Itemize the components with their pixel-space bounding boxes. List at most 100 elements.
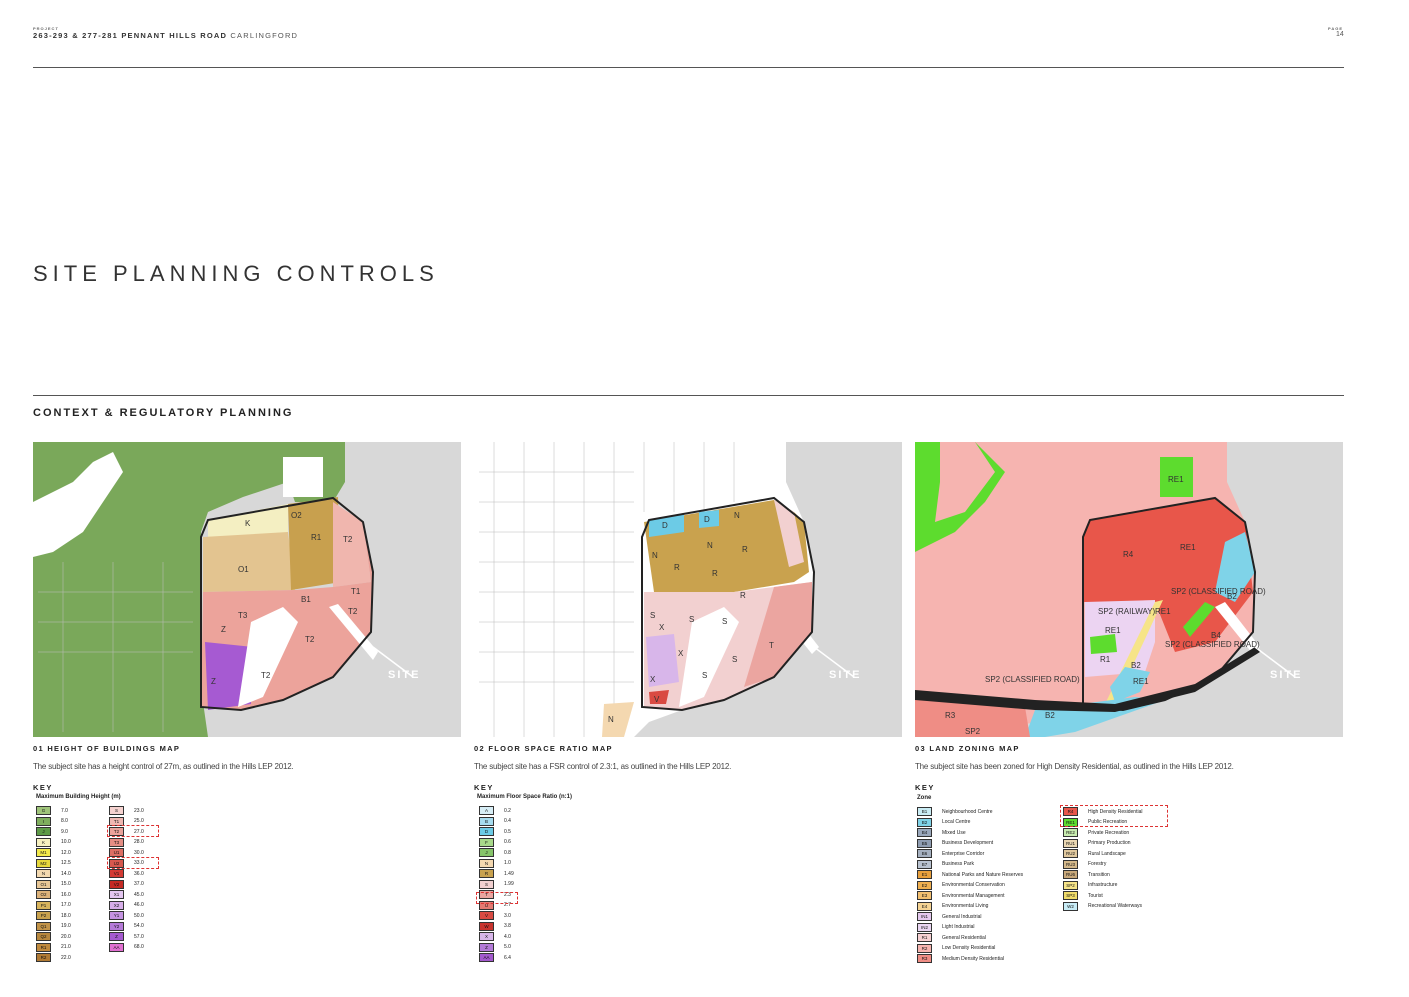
legend-row: B2 Local Centre <box>917 817 970 827</box>
height-zone-label: Z <box>211 677 216 686</box>
legend-swatch: E1 <box>917 870 932 879</box>
legend-row: IN2 Light Industrial <box>917 922 975 932</box>
height-zone-label: T2 <box>305 635 315 644</box>
legend-value: Light Industrial <box>942 924 975 930</box>
legend-row: K 10.0 <box>36 837 71 847</box>
legend-value: Private Recreation <box>1088 829 1130 836</box>
legend-row: A 0.2 <box>479 806 511 815</box>
zoning-zone-label: SP2 <box>965 727 981 736</box>
legend-row: Q2 20.0 <box>36 932 71 941</box>
zoning-zone-label: B4 <box>1211 631 1221 640</box>
fsr-zone-label: S <box>702 671 707 680</box>
zoning-zone-label: B2 <box>1131 661 1141 670</box>
height-zone-label: T2 <box>261 671 271 680</box>
legend-swatch: B5 <box>917 838 932 848</box>
legend-swatch: Y1 <box>109 911 124 920</box>
height-zone-label: T3 <box>238 611 248 620</box>
zoning-zone-label: SP2 (RAILWAY) <box>1098 607 1156 616</box>
fsr-zone-label: D <box>662 521 668 530</box>
legend-swatch: B1 <box>917 807 932 816</box>
height-legend-title: Maximum Building Height (m) <box>36 794 121 800</box>
zoning-zone-label: B2 <box>1227 592 1237 601</box>
legend-row: M2 12.5 <box>36 858 71 868</box>
legend-row: V1 36.0 <box>109 869 144 878</box>
legend-swatch: Z <box>479 942 494 952</box>
legend-value: 4.0 <box>504 933 511 940</box>
zoning-zone-label: SP2 (CLASSIFIED ROAD) <box>1171 587 1266 596</box>
legend-value: 14.0 <box>61 870 71 877</box>
legend-row: R2 Low Density Residential <box>917 943 995 953</box>
legend-row: E2 Environmental Conservation <box>917 880 1005 890</box>
zoning-legend-title: Zone <box>917 795 932 801</box>
legend-row: B 0.4 <box>479 816 511 826</box>
legend-swatch: Z <box>109 932 124 941</box>
fsr-zone-label: V <box>654 695 660 704</box>
zoning-map-graphic: RE1 R4 RE1 SP2 (CLASSIFIED ROAD) B2 SP2 … <box>915 442 1343 737</box>
legend-swatch: R <box>479 869 494 878</box>
legend-value: 9.0 <box>61 828 68 835</box>
legend-value: 1.49 <box>504 870 514 877</box>
height-zone-label: K <box>245 519 251 528</box>
legend-row: E3 Environmental Management <box>917 891 1005 900</box>
legend-row: W2 Recreational Waterways <box>1063 901 1142 911</box>
fsr-zone-label: N <box>707 541 713 550</box>
legend-row: O2 16.0 <box>36 890 71 899</box>
legend-row: R1 21.0 <box>36 942 71 952</box>
legend-row: R1 General Residential <box>917 933 986 942</box>
legend-value: Business Park <box>942 861 974 867</box>
legend-swatch: R2 <box>36 953 51 962</box>
legend-row: X 4.0 <box>479 932 511 941</box>
legend-row: U1 30.0 <box>109 848 144 857</box>
legend-value: 30.0 <box>134 849 144 856</box>
zoning-zone-label: SP2 (CLASSIFIED ROAD) <box>1165 640 1260 649</box>
legend-value: Environmental Management <box>942 892 1005 899</box>
legend-value: Primary Production <box>1088 840 1131 846</box>
legend-value: 12.5 <box>61 860 71 866</box>
legend-value: 20.0 <box>61 933 71 940</box>
legend-swatch: AA <box>109 942 124 952</box>
legend-row: R3 Medium Density Residential <box>917 954 1004 963</box>
legend-swatch: G <box>36 806 51 815</box>
project-address-text: 263-293 & 277-281 PENNANT HILLS ROAD <box>33 31 228 40</box>
legend-row: E4 Environmental Living <box>917 901 988 911</box>
fsr-zone-label: S <box>650 611 655 620</box>
legend-row: I 8.0 <box>36 816 68 826</box>
legend-value: 28.0 <box>134 839 144 845</box>
legend-swatch: AA <box>479 953 494 962</box>
legend-swatch: I <box>36 816 51 826</box>
legend-value: Transition <box>1088 871 1110 878</box>
legend-swatch: IN1 <box>917 912 932 921</box>
legend-swatch: V <box>479 911 494 920</box>
legend-row: Y1 50.0 <box>109 911 144 920</box>
height-zone-label: O1 <box>238 565 249 574</box>
height-zone-label: O2 <box>291 511 302 520</box>
legend-swatch: R2 <box>917 943 932 953</box>
legend-row: F 0.6 <box>479 837 511 847</box>
legend-value: 10.0 <box>61 839 71 845</box>
project-suburb: CARLINGFORD <box>230 31 299 40</box>
height-zone-label: R1 <box>311 533 322 542</box>
fsr-map-description: The subject site has a FSR control of 2.… <box>474 762 732 771</box>
legend-swatch: D <box>479 827 494 836</box>
legend-swatch: X2 <box>109 900 124 910</box>
legend-row: Q1 19.0 <box>36 921 71 931</box>
legend-swatch: RU2 <box>1063 849 1078 858</box>
legend-swatch: K <box>36 837 51 847</box>
legend-value: 19.0 <box>61 923 71 929</box>
legend-row: M1 12.0 <box>36 848 71 857</box>
legend-swatch: P2 <box>36 911 51 920</box>
site-label: SITE <box>829 669 861 681</box>
legend-row: IN1 General Industrial <box>917 912 981 921</box>
zoning-zone-label: RE1 <box>1180 543 1196 552</box>
legend-value: Business Development <box>942 840 994 846</box>
legend-row: P1 17.0 <box>36 900 71 910</box>
legend-swatch: F <box>479 837 494 847</box>
legend-swatch: W <box>479 921 494 931</box>
legend-value: 57.0 <box>134 933 144 940</box>
legend-value: 0.5 <box>504 828 511 835</box>
legend-row: AA 6.4 <box>479 953 511 962</box>
zoning-zone-label: SP2 (CLASSIFIED ROAD) <box>985 675 1080 684</box>
zoning-zone-label: R4 <box>1123 550 1134 559</box>
legend-value: 36.0 <box>134 870 144 877</box>
zoning-zone-label: RE1 <box>1105 626 1121 635</box>
